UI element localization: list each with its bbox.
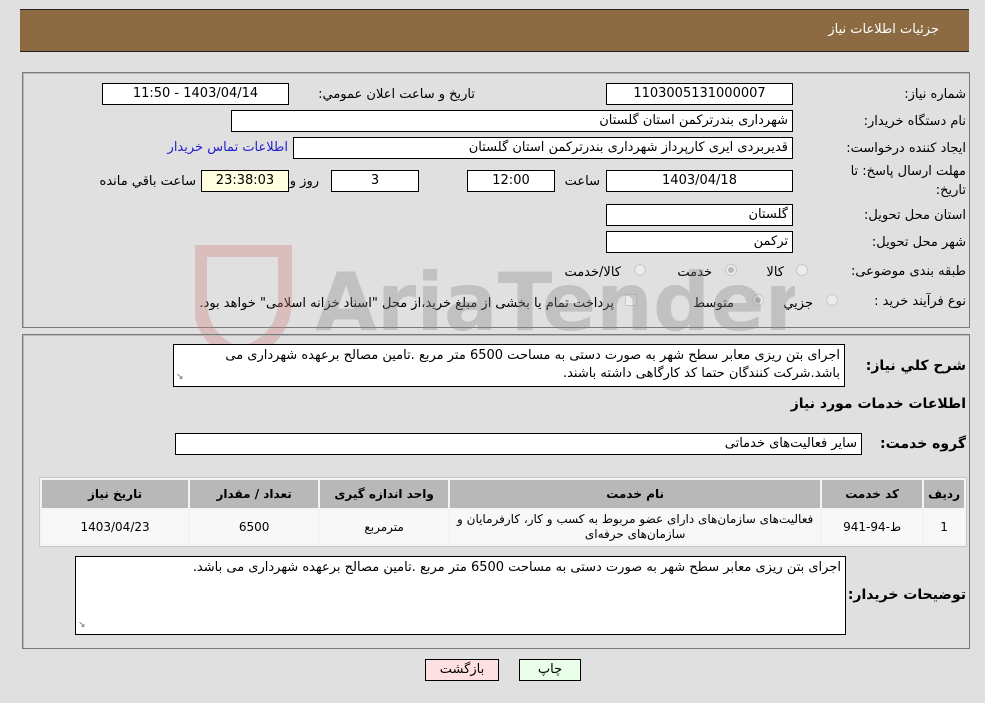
cell-quantity: 6500	[190, 510, 319, 544]
category-option-goods: کالا	[766, 265, 784, 280]
col-need-date: تاریخ نیاز	[42, 480, 189, 508]
category-radio-goods-service[interactable]	[634, 264, 646, 276]
buyer-org-field: شهرداری بندرترکمن استان گلستان	[231, 110, 793, 132]
page-title: جزئیات اطلاعات نیاز	[828, 22, 939, 37]
summary-text: اجرای بتن ریزی معابر سطح شهر به صورت دست…	[225, 348, 840, 381]
back-button[interactable]: بازگشت	[425, 659, 499, 681]
print-button[interactable]: چاپ	[519, 659, 581, 681]
treasury-checkbox-label: پرداخت تمام یا بخشی از مبلغ خرید،از محل …	[199, 296, 614, 311]
days-label: روز و	[289, 174, 319, 189]
deadline-label-line1: مهلت ارسال پاسخ: تا	[850, 164, 966, 179]
category-option-goods-service: کالا/خدمت	[564, 265, 621, 280]
resize-grip-icon[interactable]: ↘	[176, 368, 184, 386]
col-service-code: کد خدمت	[822, 480, 923, 508]
category-option-service: خدمت	[677, 265, 712, 280]
col-unit: واحد اندازه گیری	[320, 480, 449, 508]
services-table-header: ردیف کد خدمت نام خدمت واحد اندازه گیری ت…	[42, 480, 964, 508]
deadline-time-label: ساعت	[564, 174, 600, 189]
deadline-time-field: 12:00	[467, 170, 555, 192]
cell-row-number: 1	[924, 510, 964, 544]
process-radio-minor[interactable]	[826, 294, 838, 306]
announce-datetime-label: تاریخ و ساعت اعلان عمومي:	[318, 87, 475, 102]
service-group-field: سایر فعالیت‌های خدماتی	[175, 433, 862, 455]
page-header: جزئیات اطلاعات نیاز	[20, 9, 969, 52]
province-field: گلستان	[606, 204, 793, 226]
process-radio-medium[interactable]	[752, 294, 764, 306]
services-table: ردیف کد خدمت نام خدمت واحد اندازه گیری ت…	[39, 477, 967, 547]
remaining-time-field: 23:38:03	[201, 170, 289, 192]
services-table-wrapper: ردیف کد خدمت نام خدمت واحد اندازه گیری ت…	[39, 477, 967, 547]
deadline-date-field: 1403/04/18	[606, 170, 793, 192]
buyer-org-label: نام دستگاه خریدار:	[863, 114, 966, 129]
cell-unit: مترمربع	[320, 510, 449, 544]
cell-need-date: 1403/04/23	[42, 510, 189, 544]
cell-service-code: ط-94-941	[822, 510, 923, 544]
category-radio-service[interactable]	[725, 264, 737, 276]
city-label: شهر محل تحویل:	[871, 235, 966, 250]
buyer-contact-link[interactable]: اطلاعات تماس خریدار	[168, 140, 288, 155]
category-label: طبقه بندی موضوعی:	[850, 264, 966, 279]
process-option-medium: متوسط	[693, 296, 734, 311]
province-label: استان محل تحویل:	[864, 208, 966, 223]
announce-datetime-field: 1403/04/14 - 11:50	[102, 83, 289, 105]
table-row: 1 ط-94-941 فعالیت‌های سازمان‌های دارای ع…	[42, 510, 964, 544]
creator-label: ایجاد کننده درخواست:	[846, 141, 966, 156]
process-option-minor: جزيي	[783, 296, 813, 311]
service-group-label: گروه خدمت:	[880, 436, 966, 452]
summary-label: شرح کلي نياز:	[865, 358, 966, 374]
need-number-label: شماره نیاز:	[904, 87, 966, 102]
buyer-notes-textarea[interactable]: اجرای بتن ریزی معابر سطح شهر به صورت دست…	[75, 556, 846, 635]
col-service-name: نام خدمت	[450, 480, 821, 508]
cell-service-name: فعالیت‌های سازمان‌های دارای عضو مربوط به…	[450, 510, 821, 544]
city-field: ترکمن	[606, 231, 793, 253]
need-number-field: 1103005131000007	[606, 83, 793, 105]
deadline-label-line2: تاریخ:	[935, 183, 966, 198]
col-row-number: ردیف	[924, 480, 964, 508]
remaining-time-label: ساعت باقي مانده	[99, 174, 196, 189]
summary-textarea[interactable]: اجرای بتن ریزی معابر سطح شهر به صورت دست…	[173, 344, 845, 387]
treasury-checkbox[interactable]	[625, 294, 637, 306]
days-remaining-field: 3	[331, 170, 419, 192]
category-radio-goods[interactable]	[796, 264, 808, 276]
resize-grip-icon[interactable]: ↘	[78, 616, 86, 634]
buyer-notes-label: توضیحات خریدار:	[847, 587, 966, 603]
buyer-notes-text: اجرای بتن ریزی معابر سطح شهر به صورت دست…	[192, 560, 841, 575]
creator-field: قدیربردی ایری کارپرداز شهرداری بندرترکمن…	[293, 137, 793, 159]
process-type-label: نوع فرآیند خرید :	[874, 294, 966, 309]
col-quantity: تعداد / مقدار	[190, 480, 319, 508]
services-section-title: اطلاعات خدمات مورد نياز	[790, 396, 966, 412]
